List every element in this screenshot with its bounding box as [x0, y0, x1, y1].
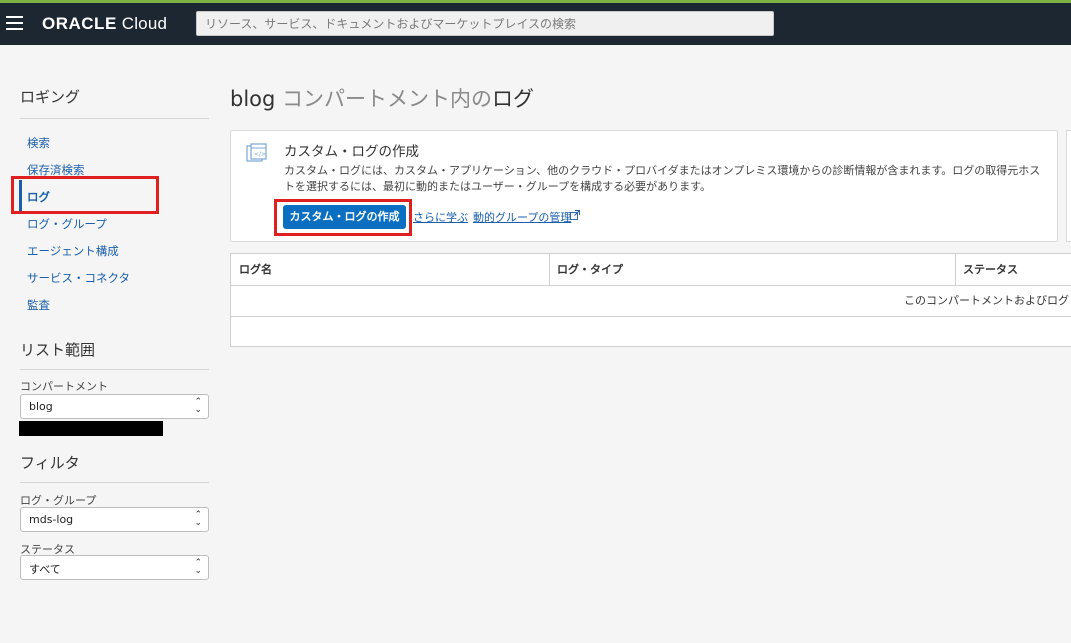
oracle-cloud-logo[interactable]: ORACLE Cloud [42, 14, 167, 34]
custom-log-icon: </> [246, 143, 267, 162]
page-title-end: ログ [492, 87, 535, 111]
sidebar-item-log-groups[interactable]: ログ・グループ [27, 216, 107, 232]
side-card-partial [1066, 130, 1071, 242]
log-group-label: ログ・グループ [20, 494, 97, 507]
page-title: blog コンパートメント内のログ [230, 83, 534, 113]
sidebar-title: ロギング [20, 86, 209, 119]
compartment-value: blog [29, 400, 53, 413]
column-header-log-name[interactable]: ログ名 [231, 254, 549, 285]
manage-dynamic-groups-link[interactable]: 動的グループの管理 [473, 209, 571, 225]
select-chevron-icon: ⌃ ⌄ [194, 510, 202, 528]
brand-cloud: Cloud [121, 14, 168, 33]
page-title-middle: コンパートメント内の [275, 87, 493, 111]
sidebar-item-audit[interactable]: 監査 [27, 297, 50, 313]
log-group-value: mds-log [29, 513, 74, 526]
compartment-label: コンパートメント [20, 380, 108, 393]
status-select[interactable]: すべて ⌃ ⌄ [20, 555, 209, 580]
sidebar-item-search[interactable]: 検索 [27, 135, 50, 151]
sidebar-item-agent-config[interactable]: エージェント構成 [27, 243, 119, 259]
page-title-compartment: blog [230, 87, 276, 111]
redacted-block [19, 421, 163, 436]
sidebar-item-service-connectors[interactable]: サービス・コネクタ [27, 270, 130, 286]
brand-oracle: ORACLE [42, 14, 117, 33]
header-divider [231, 285, 1071, 286]
select-chevron-icon: ⌃ ⌄ [194, 558, 202, 576]
compartment-select[interactable]: blog ⌃ ⌄ [20, 394, 209, 419]
highlight-box-create-button [274, 199, 412, 236]
global-search-input[interactable]: リソース、サービス、ドキュメントおよびマーケットプレイスの検索 [196, 11, 774, 36]
log-group-select[interactable]: mds-log ⌃ ⌄ [20, 507, 209, 532]
filters-title: フィルタ [20, 452, 209, 483]
empty-table-message: このコンパートメントおよびログ・ [904, 294, 1071, 307]
svg-text:</>: </> [254, 151, 266, 158]
row-divider [231, 316, 1071, 317]
scope-title: リスト範囲 [20, 339, 209, 370]
select-chevron-icon: ⌃ ⌄ [194, 397, 202, 415]
external-link-icon [570, 210, 580, 220]
column-header-status[interactable]: ステータス [955, 254, 1071, 285]
highlight-box-logs [11, 176, 159, 214]
status-value: すべて [29, 563, 61, 576]
card-description: カスタム・ログには、カスタム・アプリケーション、他のクラウド・プロバイダまたはオ… [284, 164, 1041, 193]
column-header-log-type[interactable]: ログ・タイプ [549, 254, 955, 285]
hamburger-menu-icon[interactable] [6, 16, 23, 30]
top-navigation-bar: ORACLE Cloud リソース、サービス、ドキュメントおよびマーケットプレイ… [0, 0, 1071, 45]
learn-more-link[interactable]: さらに学ぶ [413, 209, 468, 225]
card-title: カスタム・ログの作成 [284, 144, 419, 160]
